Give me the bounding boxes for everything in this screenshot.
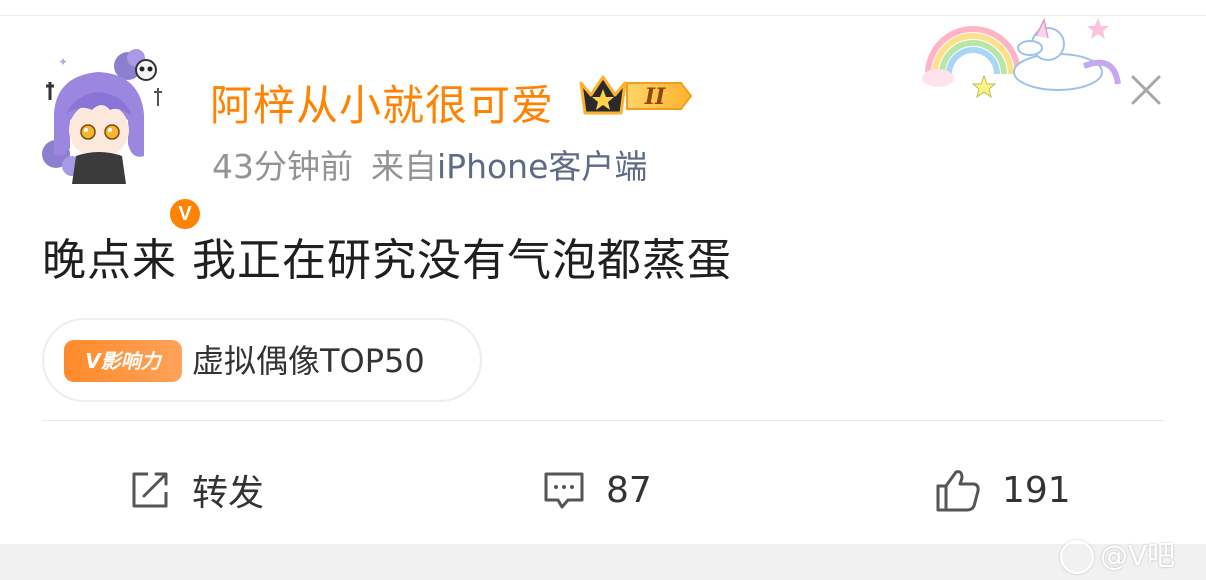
avatar-illustration: ✦ — [42, 49, 162, 184]
member-level-badge[interactable]: II — [577, 73, 697, 119]
close-icon — [1131, 75, 1161, 105]
influence-tag-button[interactable]: V影响力 虚拟偶像TOP50 — [42, 318, 482, 402]
close-button[interactable] — [1126, 70, 1166, 110]
repost-button[interactable]: 转发 — [128, 450, 264, 530]
comment-count: 87 — [606, 469, 652, 511]
comment-button[interactable]: 87 — [542, 450, 652, 530]
rainbow-unicorn-icon — [922, 17, 1121, 99]
share-edit-icon — [132, 472, 168, 508]
avatar[interactable]: ✦ V — [36, 44, 203, 232]
comment-icon — [544, 472, 584, 509]
repost-label: 转发 — [192, 473, 265, 514]
action-divider — [42, 420, 1164, 421]
influence-label: 虚拟偶像TOP50 — [192, 342, 425, 380]
influence-badge: V影响力 — [64, 340, 182, 382]
source-client-link[interactable]: iPhone客户端 — [437, 147, 647, 186]
post-content: 晚点来 我正在研究没有气泡都蒸蛋 — [42, 235, 732, 286]
like-count: 191 — [1002, 469, 1071, 511]
crown-badge-icon: II — [579, 75, 693, 115]
source-prefix: 来自 — [371, 147, 437, 186]
post-time: 43分钟前 — [212, 147, 353, 186]
watermark-text: @V吧 — [1100, 539, 1176, 572]
member-level-text: II — [644, 84, 666, 110]
card-decoration — [918, 14, 1128, 104]
watermark: @V吧 — [1060, 534, 1175, 574]
like-button[interactable]: 191 — [934, 450, 1071, 530]
post-meta: 43分钟前 来自iPhone客户端 — [212, 140, 647, 188]
card-separator — [0, 544, 1206, 580]
svg-text:✦: ✦ — [58, 55, 68, 69]
thumbs-up-icon — [936, 470, 980, 512]
weibo-logo-icon — [1060, 540, 1094, 574]
username[interactable]: 阿梓从小就很可爱 — [210, 72, 554, 133]
